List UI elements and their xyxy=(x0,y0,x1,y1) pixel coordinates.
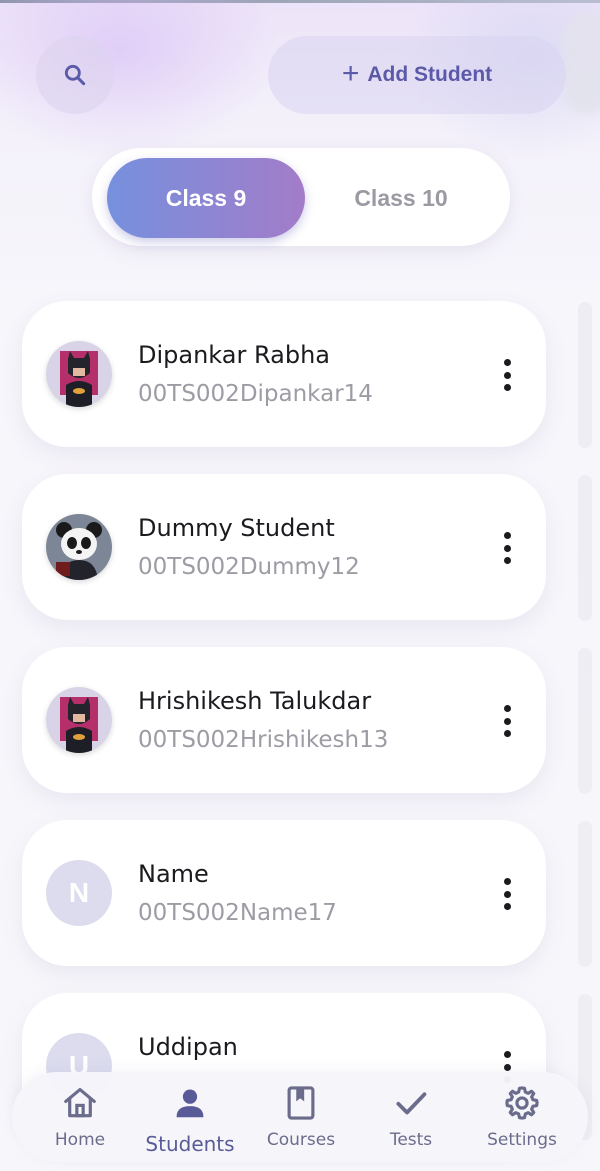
card-edge xyxy=(578,648,592,794)
student-card[interactable]: N Name 00TS002Name17 xyxy=(22,820,546,966)
nav-students-label: Students xyxy=(145,1132,235,1156)
card-edge xyxy=(578,302,592,448)
book-icon xyxy=(287,1086,315,1120)
person-icon xyxy=(176,1089,204,1118)
more-vert-icon xyxy=(503,1051,511,1058)
student-name: Uddipan xyxy=(138,1033,238,1061)
more-options-button[interactable] xyxy=(496,705,518,737)
batman-avatar xyxy=(46,687,112,753)
more-options-button[interactable] xyxy=(496,878,518,910)
more-vert-icon xyxy=(503,705,511,712)
student-name: Dipankar Rabha xyxy=(138,341,330,369)
nav-home-label: Home xyxy=(54,1130,106,1150)
student-card[interactable]: Hrishikesh Talukdar 00TS002Hrishikesh13 xyxy=(22,647,546,793)
nav-settings-label: Settings xyxy=(487,1130,557,1150)
nav-courses[interactable]: Courses xyxy=(246,1084,356,1156)
avatar-initial: N xyxy=(68,877,90,908)
student-name: Hrishikesh Talukdar xyxy=(138,687,372,715)
batman-avatar xyxy=(46,341,112,407)
gear-icon xyxy=(505,1086,539,1120)
student-id: 00TS002Dipankar14 xyxy=(138,381,373,407)
card-edge xyxy=(578,821,592,967)
nav-tests-label: Tests xyxy=(389,1130,433,1150)
student-id: 00TS002Dummy12 xyxy=(138,554,360,580)
students-screen: + Add Student Class 9 Class 10 Dipankar … xyxy=(0,0,600,1171)
panda-avatar xyxy=(46,514,112,580)
student-card[interactable]: Dummy Student 00TS002Dummy12 xyxy=(22,474,546,620)
student-list: Dipankar Rabha 00TS002Dipankar14 Dummy S… xyxy=(0,0,600,1171)
more-vert-icon xyxy=(503,532,511,539)
student-id: 00TS002Name17 xyxy=(138,900,337,926)
nav-tests[interactable]: Tests xyxy=(356,1084,466,1156)
more-vert-icon xyxy=(503,359,511,366)
more-options-button[interactable] xyxy=(496,359,518,391)
student-card[interactable]: Dipankar Rabha 00TS002Dipankar14 xyxy=(22,301,546,447)
nav-students[interactable]: Students xyxy=(135,1084,245,1156)
nav-home[interactable]: Home xyxy=(25,1084,135,1156)
student-id: 00TS002Hrishikesh13 xyxy=(138,727,389,753)
nav-courses-label: Courses xyxy=(266,1130,336,1150)
nav-settings[interactable]: Settings xyxy=(467,1084,577,1156)
check-icon xyxy=(396,1092,427,1115)
home-icon xyxy=(64,1087,96,1118)
student-name: Name xyxy=(138,860,209,888)
bottom-navigation: Home Students Courses Tests Settings xyxy=(12,1072,588,1162)
card-edge xyxy=(578,475,592,621)
initial-avatar: N xyxy=(46,860,112,926)
more-options-button[interactable] xyxy=(496,532,518,564)
more-vert-icon xyxy=(503,878,511,885)
student-name: Dummy Student xyxy=(138,514,335,542)
